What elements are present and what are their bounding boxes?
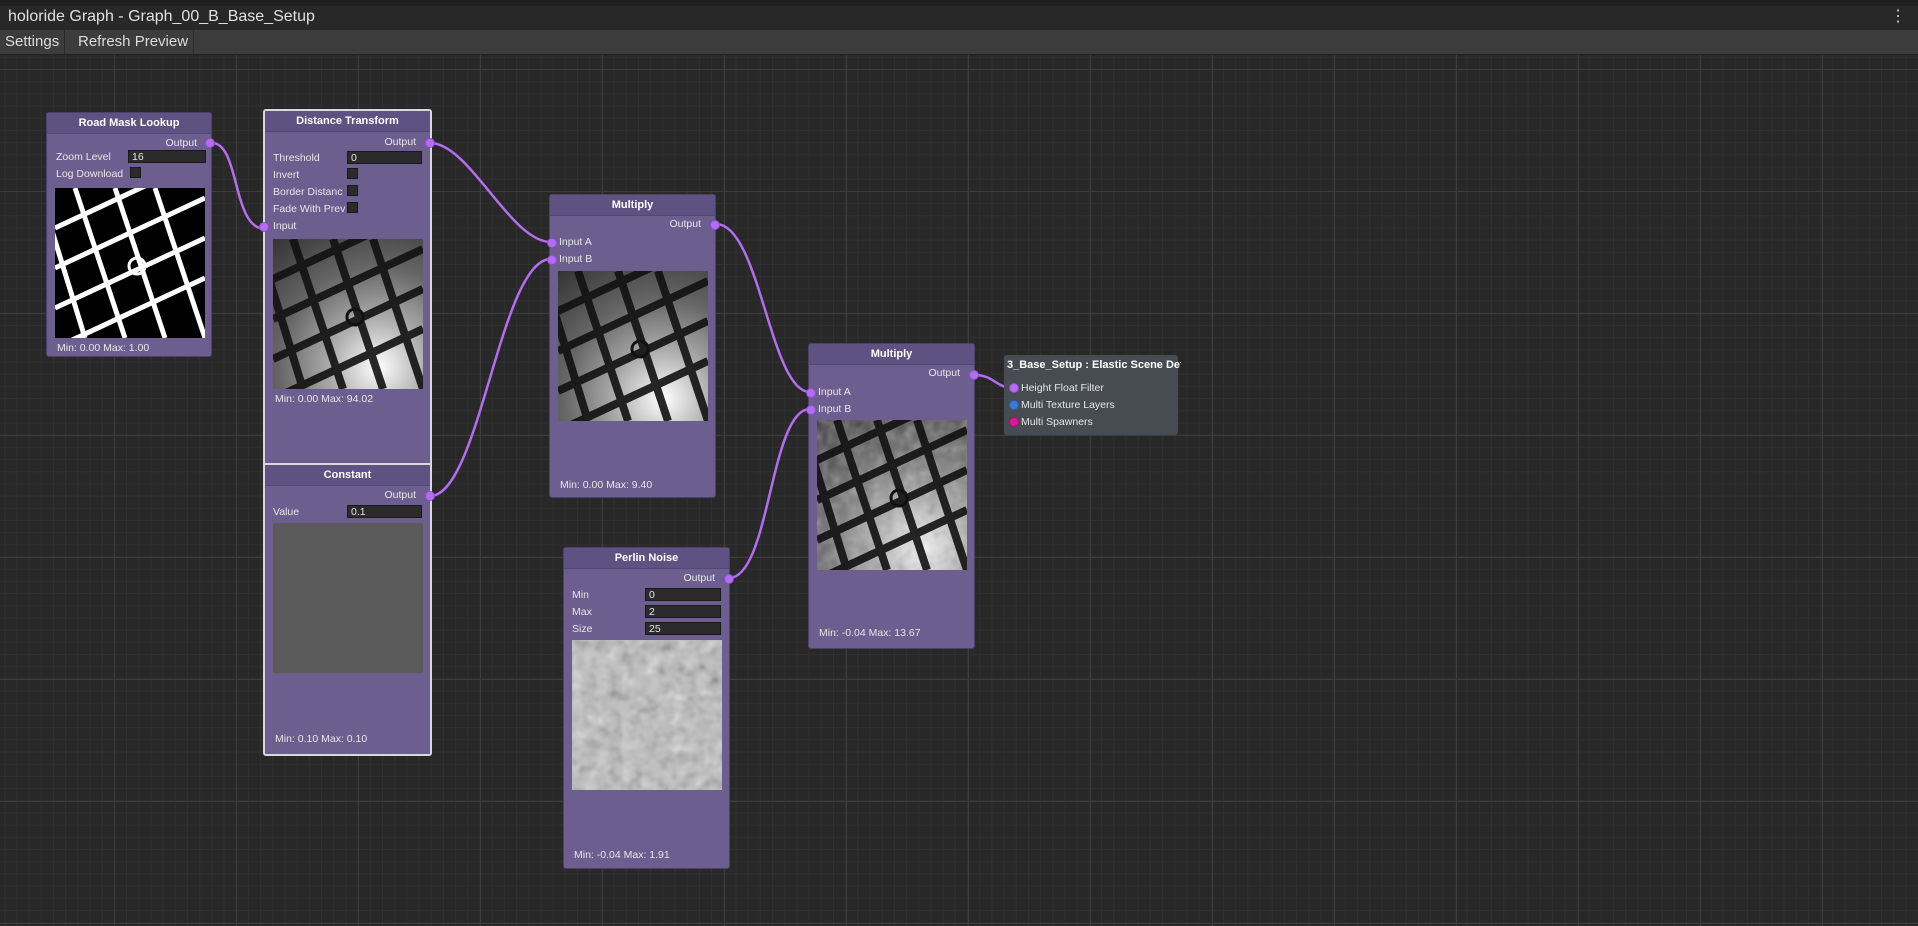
- output-port[interactable]: [425, 491, 435, 501]
- distance-preview: [273, 239, 423, 389]
- multiply-preview: [558, 271, 708, 421]
- output-port[interactable]: [425, 138, 435, 148]
- input-port-label: Input: [273, 220, 297, 232]
- settings-button[interactable]: Settings: [0, 30, 66, 54]
- max-label: Max: [572, 606, 592, 618]
- road-mask-lookup-node[interactable]: Road Mask Lookup Output Zoom Level 16 Lo…: [46, 112, 215, 357]
- input-b-label: Input B: [818, 403, 852, 415]
- multi-texture-layers-label: Multi Texture Layers: [1021, 399, 1115, 411]
- graph-canvas[interactable]: Road Mask Lookup Output Zoom Level 16 Lo…: [0, 55, 1918, 926]
- multiply-node-2[interactable]: Multiply Output Input A Input B Min: -0.…: [806, 343, 979, 649]
- input-b-port[interactable]: [547, 255, 557, 265]
- output-port-label: Output: [165, 137, 197, 149]
- invert-label: Invert: [273, 169, 300, 181]
- min-input[interactable]: 0: [645, 588, 721, 601]
- invert-checkbox[interactable]: [347, 168, 358, 179]
- fade-with-prev-label: Fade With Prev: [273, 203, 345, 215]
- output-port-label: Output: [384, 136, 416, 148]
- multi-spawners-port[interactable]: [1009, 417, 1019, 427]
- node-title: Distance Transform: [265, 111, 430, 132]
- multiply-preview: [817, 420, 967, 570]
- output-port-label: Output: [669, 218, 701, 230]
- constant-preview: [273, 523, 423, 673]
- stats-label: Min: 0.10 Max: 0.10: [275, 733, 368, 745]
- zoom-level-label: Zoom Level: [56, 151, 111, 163]
- multi-spawners-label: Multi Spawners: [1021, 416, 1093, 428]
- log-download-label: Log Download: [56, 168, 124, 180]
- toolbar: Settings Refresh Preview: [0, 30, 1918, 55]
- input-a-port[interactable]: [806, 388, 816, 398]
- elastic-scene-output-node[interactable]: 3_Base_Setup : Elastic Scene Defini Heig…: [1004, 355, 1181, 435]
- zoom-level-input[interactable]: 16: [128, 150, 206, 163]
- fade-with-prev-checkbox[interactable]: [347, 202, 358, 213]
- multi-texture-layers-port[interactable]: [1009, 400, 1019, 410]
- edge-multiply1-to-multiply2: [715, 222, 811, 394]
- edge-distance-to-multiply1: [429, 141, 552, 244]
- input-b-label: Input B: [559, 253, 593, 265]
- output-port-label: Output: [928, 367, 960, 379]
- road-mask-preview: [55, 188, 205, 338]
- size-label: Size: [572, 623, 593, 635]
- stats-label: Min: 0.00 Max: 9.40: [560, 479, 653, 491]
- kebab-menu-icon[interactable]: ⋮: [1890, 6, 1906, 26]
- threshold-input[interactable]: 0: [347, 151, 422, 164]
- constant-node[interactable]: Constant Output Value 0.1 Min: 0.10 Max:…: [263, 463, 435, 756]
- perlin-preview: [572, 640, 722, 790]
- threshold-label: Threshold: [273, 152, 320, 164]
- node-title: Perlin Noise: [564, 548, 729, 569]
- output-port-label: Output: [683, 572, 715, 584]
- output-port[interactable]: [710, 220, 720, 230]
- border-distance-label: Border Distanc: [273, 186, 343, 198]
- value-label: Value: [273, 506, 300, 518]
- edge-perlin-to-multiply2: [728, 407, 811, 580]
- output-port[interactable]: [969, 370, 979, 380]
- node-title: Multiply: [809, 344, 974, 365]
- window-title: holoride Graph - Graph_00_B_Base_Setup: [8, 8, 315, 25]
- node-title: Multiply: [550, 195, 715, 216]
- multiply-node-1[interactable]: Multiply Output Input A Input B Min: 0.0…: [547, 194, 720, 498]
- node-title: 3_Base_Setup : Elastic Scene Defini: [1007, 359, 1181, 371]
- perlin-noise-node[interactable]: Perlin Noise Output Min 0 Max 2 Size 25 …: [563, 547, 734, 869]
- height-float-filter-label: Height Float Filter: [1021, 382, 1104, 394]
- min-label: Min: [572, 589, 589, 601]
- input-a-label: Input A: [559, 236, 592, 248]
- stats-label: Min: 0.00 Max: 1.00: [57, 342, 150, 354]
- input-b-port[interactable]: [806, 405, 816, 415]
- node-title: Constant: [265, 465, 430, 486]
- stats-label: Min: 0.00 Max: 94.02: [275, 393, 374, 405]
- input-port[interactable]: [259, 222, 269, 232]
- output-port[interactable]: [724, 574, 734, 584]
- input-a-port[interactable]: [547, 238, 557, 248]
- output-port[interactable]: [205, 138, 215, 148]
- stats-label: Min: -0.04 Max: 13.67: [819, 627, 921, 639]
- window-titlebar: holoride Graph - Graph_00_B_Base_Setup ⋮: [0, 0, 1918, 30]
- stats-label: Min: -0.04 Max: 1.91: [574, 849, 670, 861]
- edge-roadmask-to-distance: [211, 141, 266, 231]
- node-title: Road Mask Lookup: [47, 113, 211, 134]
- log-download-checkbox[interactable]: [130, 167, 141, 178]
- input-a-label: Input A: [818, 386, 851, 398]
- border-distance-checkbox[interactable]: [347, 185, 358, 196]
- height-float-filter-port[interactable]: [1009, 383, 1019, 393]
- size-input[interactable]: 25: [645, 622, 721, 635]
- value-input[interactable]: 0.1: [347, 505, 422, 518]
- refresh-preview-button[interactable]: Refresh Preview: [73, 30, 195, 54]
- edge-constant-to-multiply1: [429, 257, 552, 498]
- distance-transform-node[interactable]: Distance Transform Output Threshold 0 In…: [259, 109, 435, 469]
- output-port-label: Output: [384, 489, 416, 501]
- max-input[interactable]: 2: [645, 605, 721, 618]
